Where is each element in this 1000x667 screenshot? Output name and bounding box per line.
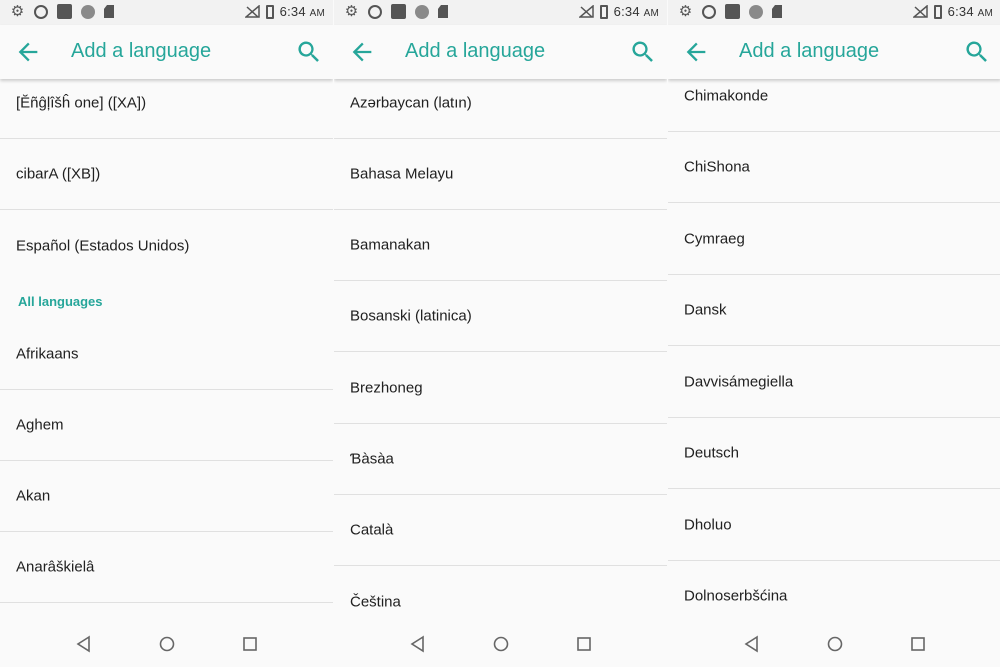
- list-item[interactable]: Aghem: [0, 390, 333, 461]
- page-title: Add a language: [739, 40, 880, 62]
- nav-recents-square-icon[interactable]: [575, 635, 593, 653]
- status-bar: ⚙ 6:34 AM: [0, 0, 333, 25]
- nav-bar: [0, 621, 333, 667]
- no-signal-icon: [578, 5, 594, 18]
- list-item[interactable]: Ɓàsàa: [334, 424, 667, 495]
- ring-icon: [34, 4, 48, 19]
- list-item[interactable]: Bahasa Melayu: [334, 139, 667, 210]
- list-item[interactable]: ChiShona: [668, 132, 1000, 203]
- list-item[interactable]: [Ĕñĝļîšĥ one] ([XA]): [0, 79, 333, 139]
- search-icon[interactable]: [295, 38, 323, 66]
- sim-icon: [104, 5, 114, 18]
- app-bar: Add a language: [334, 25, 667, 79]
- ring-icon: [368, 4, 382, 19]
- list-item[interactable]: Español (Estados Unidos): [0, 210, 333, 281]
- list-item[interactable]: Akan: [0, 461, 333, 532]
- status-time: 6:34 AM: [947, 4, 993, 19]
- arrow-back-icon[interactable]: [14, 38, 42, 66]
- nav-recents-square-icon[interactable]: [241, 635, 259, 653]
- section-header: All languages: [18, 294, 103, 309]
- nav-back-triangle-icon[interactable]: [743, 635, 761, 653]
- list-item[interactable]: Anarâškielâ: [0, 532, 333, 603]
- arrow-back-icon[interactable]: [348, 38, 376, 66]
- list-item[interactable]: Chimakonde: [668, 79, 1000, 132]
- battery-charging-icon: [599, 4, 608, 19]
- circle-icon: [415, 4, 429, 19]
- circle-icon: [81, 4, 95, 19]
- gear-icon: ⚙: [678, 3, 693, 20]
- square-icon: [57, 4, 72, 19]
- nav-bar: [334, 621, 667, 667]
- phone-screen-2: ⚙ 6:34 AM Add a language Azərbaycan (lat…: [334, 0, 667, 667]
- no-signal-icon: [912, 5, 928, 18]
- battery-charging-icon: [933, 4, 942, 19]
- search-icon[interactable]: [629, 38, 657, 66]
- nav-home-circle-icon[interactable]: [492, 635, 510, 653]
- square-icon: [391, 4, 406, 19]
- app-bar: Add a language: [0, 25, 333, 79]
- list-item[interactable]: Brezhoneg: [334, 353, 667, 424]
- list-item[interactable]: Deutsch: [668, 418, 1000, 489]
- list-item[interactable]: Bamanakan: [334, 210, 667, 281]
- list-item[interactable]: Davvisámegiella: [668, 347, 1000, 418]
- nav-back-triangle-icon[interactable]: [409, 635, 427, 653]
- list-item[interactable]: cibarA ([XB]): [0, 139, 333, 210]
- language-list: [Ĕñĝļîšĥ one] ([XA]) cibarA ([XB]) Españ…: [0, 79, 333, 621]
- sim-icon: [438, 5, 448, 18]
- search-icon[interactable]: [963, 38, 991, 66]
- nav-bar: [668, 621, 1000, 667]
- list-item[interactable]: Afrikaans: [0, 319, 333, 390]
- page-title: Add a language: [405, 40, 546, 62]
- status-bar: ⚙ 6:34 AM: [334, 0, 667, 25]
- square-icon: [725, 4, 740, 19]
- circle-icon: [749, 4, 763, 19]
- battery-charging-icon: [265, 4, 274, 19]
- page-title: Add a language: [71, 40, 212, 62]
- phone-screen-3: ⚙ 6:34 AM Add a language Chimakonde ChiS…: [668, 0, 1000, 667]
- list-item[interactable]: Bosanski (latinica): [334, 281, 667, 352]
- status-time: 6:34 AM: [613, 4, 659, 19]
- nav-back-triangle-icon[interactable]: [75, 635, 93, 653]
- gear-icon: ⚙: [344, 3, 359, 20]
- app-bar: Add a language: [668, 25, 1000, 79]
- list-item[interactable]: Azərbaycan (latın): [334, 79, 667, 139]
- list-item[interactable]: Dolnoserbšćina: [668, 561, 1000, 621]
- nav-home-circle-icon[interactable]: [826, 635, 844, 653]
- gear-icon: ⚙: [10, 3, 25, 20]
- list-item[interactable]: Čeština: [334, 567, 667, 621]
- no-signal-icon: [244, 5, 260, 18]
- ring-icon: [702, 4, 716, 19]
- nav-home-circle-icon[interactable]: [158, 635, 176, 653]
- arrow-back-icon[interactable]: [682, 38, 710, 66]
- list-item[interactable]: Dholuo: [668, 490, 1000, 561]
- status-bar: ⚙ 6:34 AM: [668, 0, 1000, 25]
- phone-screen-1: ⚙ 6:34 AM Add a language [Ĕñĝļîšĥ one] (…: [0, 0, 333, 667]
- list-item[interactable]: Cymraeg: [668, 204, 1000, 275]
- nav-recents-square-icon[interactable]: [909, 635, 927, 653]
- list-item[interactable]: Català: [334, 495, 667, 566]
- sim-icon: [772, 5, 782, 18]
- language-list: Azərbaycan (latın) Bahasa Melayu Bamanak…: [334, 79, 667, 621]
- status-time: 6:34 AM: [279, 4, 325, 19]
- list-item[interactable]: Dansk: [668, 275, 1000, 346]
- language-list: Chimakonde ChiShona Cymraeg Dansk Davvis…: [668, 79, 1000, 621]
